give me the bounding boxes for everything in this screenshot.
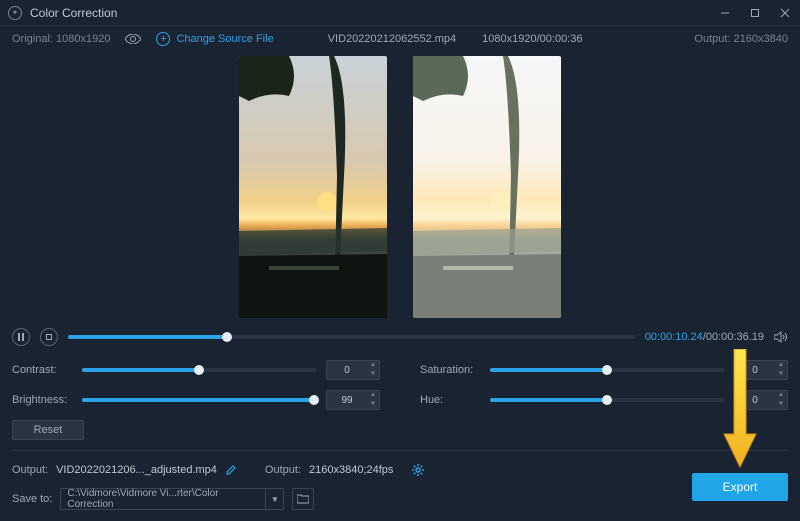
contrast-value: 0 [327,365,367,376]
output-filename: VID2022021206..._adjusted.mp4 [56,464,217,476]
saveto-row: Save to: C:\Vidmore\Vidmore Vi...rter\Co… [12,487,788,511]
contrast-label: Contrast: [12,364,72,376]
preview-original [239,56,387,318]
saveto-path[interactable]: C:\Vidmore\Vidmore Vi...rter\Color Corre… [60,488,266,510]
pause-button[interactable] [12,328,30,346]
open-folder-button[interactable] [292,488,314,510]
output-format: 2160x3840;24fps [309,464,393,476]
brightness-value: 99 [327,395,367,406]
saveto-dropdown[interactable]: ▼ [266,488,284,510]
plus-icon: + [156,32,170,46]
playback-bar: 00:00:10.24/00:00:36.19 [12,324,788,350]
current-time: 00:00:10.24 [645,331,703,343]
contrast-up[interactable]: ▲ [367,361,379,370]
settings-gear-icon[interactable] [411,463,425,477]
source-meta: 1080x1920/00:00:36 [482,33,582,45]
source-filename: VID20220212062552.mp4 [328,33,456,45]
time-display: 00:00:10.24/00:00:36.19 [645,331,764,343]
saveto-label: Save to: [12,493,52,505]
brightness-down[interactable]: ▼ [367,400,379,409]
eye-icon[interactable] [124,34,142,44]
total-time: 00:00:36.19 [706,331,764,343]
export-area: Export [692,473,788,501]
saturation-slider[interactable] [490,368,724,372]
brightness-label: Brightness: [12,394,72,406]
hue-label: Hue: [420,394,480,406]
window-title: Color Correction [30,6,718,20]
preview-edited [413,56,561,318]
hue-spinner[interactable]: 0▲▼ [734,390,788,410]
saturation-row: Saturation: 0▲▼ [420,360,788,380]
reset-button[interactable]: Reset [12,420,84,440]
contrast-slider[interactable] [82,368,316,372]
change-source-button[interactable]: + Change Source File [156,32,273,46]
change-source-label: Change Source File [176,33,273,45]
volume-icon[interactable] [774,331,788,343]
saturation-value: 0 [735,365,775,376]
edit-filename-icon[interactable] [225,464,237,476]
hue-value: 0 [735,395,775,406]
brightness-slider[interactable] [82,398,316,402]
contrast-row: Contrast: 0▲▼ [12,360,380,380]
seek-slider[interactable] [68,335,635,339]
saturation-down[interactable]: ▼ [775,370,787,379]
saturation-up[interactable]: ▲ [775,361,787,370]
app-logo-icon: ✦ [8,6,22,20]
reset-row: Reset [12,420,788,440]
hue-row: Hue: 0▲▼ [420,390,788,410]
titlebar: ✦ Color Correction [0,0,800,26]
output-resolution: Output: 2160x3840 [694,33,788,45]
right-slider-column: Saturation: 0▲▼ Hue: 0▲▼ [420,360,788,410]
divider [12,450,788,451]
export-button[interactable]: Export [692,473,788,501]
controls: 00:00:10.24/00:00:36.19 Contrast: 0▲▼ Br… [0,324,800,511]
info-bar: Original: 1080x1920 + Change Source File… [0,26,800,52]
window-controls [718,6,792,20]
saturation-spinner[interactable]: 0▲▼ [734,360,788,380]
minimize-button[interactable] [718,6,732,20]
brightness-row: Brightness: 99▲▼ [12,390,380,410]
brightness-up[interactable]: ▲ [367,391,379,400]
maximize-button[interactable] [748,6,762,20]
hue-up[interactable]: ▲ [775,391,787,400]
hue-down[interactable]: ▼ [775,400,787,409]
preview-area [0,52,800,318]
hue-slider[interactable] [490,398,724,402]
output-label-2: Output: [265,464,301,476]
output-row: Output: VID2022021206..._adjusted.mp4 Ou… [12,459,788,481]
saturation-label: Saturation: [420,364,480,376]
contrast-down[interactable]: ▼ [367,370,379,379]
adjustment-sliders: Contrast: 0▲▼ Brightness: 99▲▼ Saturatio… [12,360,788,410]
stop-button[interactable] [40,328,58,346]
left-slider-column: Contrast: 0▲▼ Brightness: 99▲▼ [12,360,380,410]
output-label-1: Output: [12,464,48,476]
brightness-spinner[interactable]: 99▲▼ [326,390,380,410]
original-resolution: Original: 1080x1920 [12,33,110,45]
close-button[interactable] [778,6,792,20]
contrast-spinner[interactable]: 0▲▼ [326,360,380,380]
